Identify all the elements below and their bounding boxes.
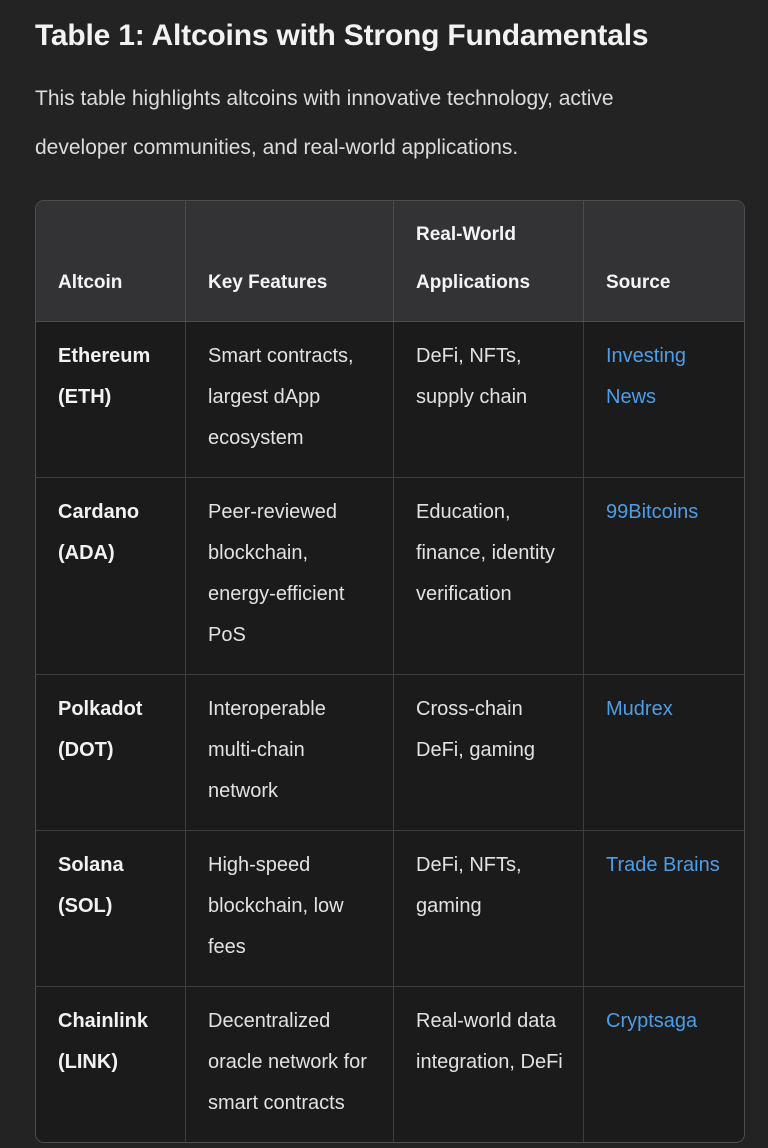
cell-key-features: Interoperable multi-chain network <box>186 675 394 831</box>
cell-real-world-applications: DeFi, NFTs, gaming <box>394 831 584 987</box>
cell-altcoin: Chainlink (LINK) <box>36 987 186 1142</box>
altcoins-table: Altcoin Key Features Real-World Applicat… <box>35 200 745 1143</box>
table-container: Altcoin Key Features Real-World Applicat… <box>35 200 745 1143</box>
source-link[interactable]: Trade Brains <box>606 854 720 876</box>
table-row: Solana (SOL) High-speed blockchain, low f… <box>36 831 744 987</box>
cell-key-features: Peer-reviewed blockchain, energy-efficie… <box>186 478 394 675</box>
cell-key-features: Decentralized oracle network for smart c… <box>186 987 394 1142</box>
column-header-key-features: Key Features <box>186 201 394 322</box>
cell-source: Cryptsaga <box>584 987 744 1142</box>
table-row: Chainlink (LINK) Decentralized oracle net… <box>36 987 744 1142</box>
source-link[interactable]: Investing News <box>606 345 686 408</box>
table-row: Polkadot (DOT) Interoperable multi-chain … <box>36 675 744 831</box>
cell-source: Trade Brains <box>584 831 744 987</box>
column-header-altcoin: Altcoin <box>36 201 186 322</box>
cell-key-features: High-speed blockchain, low fees <box>186 831 394 987</box>
column-header-real-world-applications: Real-World Applications <box>394 201 584 322</box>
cell-source: Investing News <box>584 322 744 478</box>
cell-real-world-applications: Real-world data integration, DeFi <box>394 987 584 1142</box>
source-link[interactable]: 99Bitcoins <box>606 501 698 523</box>
page-title: Table 1: Altcoins with Strong Fundamenta… <box>35 19 649 52</box>
table-header-row: Altcoin Key Features Real-World Applicat… <box>36 201 744 322</box>
cell-source: Mudrex <box>584 675 744 831</box>
cell-altcoin: Solana (SOL) <box>36 831 186 987</box>
source-link[interactable]: Mudrex <box>606 698 673 720</box>
cell-altcoin: Cardano (ADA) <box>36 478 186 675</box>
cell-key-features: Smart contracts, largest dApp ecosystem <box>186 322 394 478</box>
cell-altcoin: Polkadot (DOT) <box>36 675 186 831</box>
cell-real-world-applications: DeFi, NFTs, supply chain <box>394 322 584 478</box>
table-row: Ethereum (ETH) Smart contracts, largest d… <box>36 322 744 478</box>
cell-source: 99Bitcoins <box>584 478 744 675</box>
cell-real-world-applications: Cross-chain DeFi, gaming <box>394 675 584 831</box>
intro-paragraph: This table highlights altcoins with inno… <box>35 87 614 159</box>
table-row: Cardano (ADA) Peer-reviewed blockchain, e… <box>36 478 744 675</box>
page-container: Table 1: Altcoins with Strong Fundamenta… <box>0 0 768 1148</box>
column-header-source: Source <box>584 201 744 322</box>
table-header: Altcoin Key Features Real-World Applicat… <box>36 201 744 322</box>
cell-real-world-applications: Education, finance, identity verificatio… <box>394 478 584 675</box>
source-link[interactable]: Cryptsaga <box>606 1010 697 1032</box>
cell-altcoin: Ethereum (ETH) <box>36 322 186 478</box>
table-body: Ethereum (ETH) Smart contracts, largest d… <box>36 322 744 1142</box>
